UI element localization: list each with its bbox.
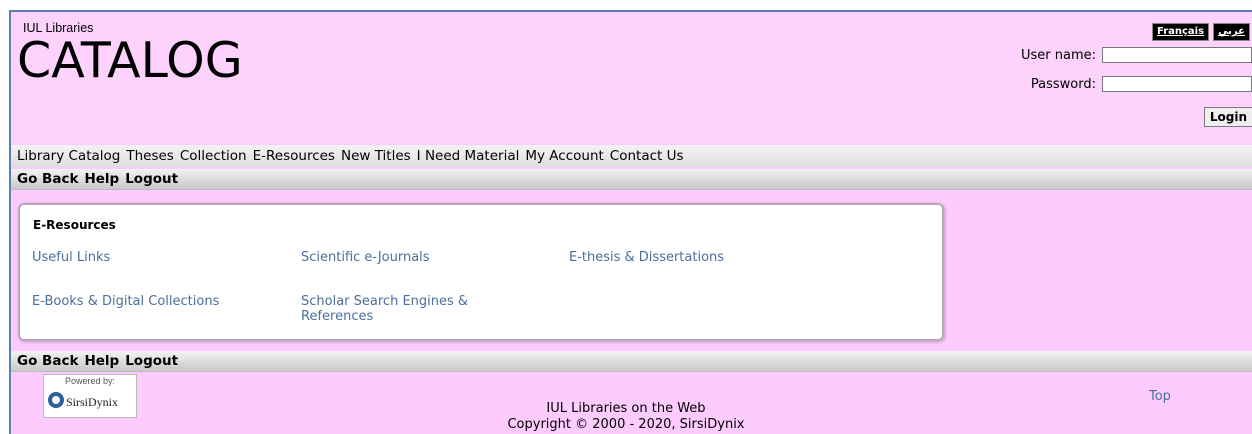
footer-site-name: IUL Libraries on the Web — [546, 401, 706, 416]
main-nav: Library Catalog Theses Collection E-Reso… — [11, 145, 1252, 167]
header: IUL Libraries CATALOG Français عربي User… — [11, 12, 1252, 143]
scholar-search-engines-link[interactable]: Scholar Search Engines & References — [301, 294, 501, 324]
username-input[interactable] — [1102, 47, 1252, 63]
nav-library-catalog[interactable]: Library Catalog — [11, 148, 123, 164]
logout-button[interactable]: Logout — [122, 171, 181, 187]
lang-arabic-link[interactable]: عربي — [1213, 23, 1250, 41]
go-back-button[interactable]: Go Back — [11, 171, 81, 187]
ebooks-digital-collections-link[interactable]: E-Books & Digital Collections — [32, 294, 219, 309]
powered-by-label: Powered by: — [64, 376, 116, 386]
password-row: Password: — [1031, 76, 1252, 92]
page-title: CATALOG — [17, 32, 243, 89]
nav-e-resources[interactable]: E-Resources — [250, 148, 338, 164]
panel-title: E-Resources — [33, 218, 116, 232]
help-button[interactable]: Help — [81, 171, 122, 187]
go-back-button-bottom[interactable]: Go Back — [11, 353, 81, 369]
nav-my-account[interactable]: My Account — [522, 148, 606, 164]
page-frame: IUL Libraries CATALOG Français عربي User… — [9, 10, 1252, 434]
subnav-top: Go Back Help Logout — [11, 169, 1252, 190]
logout-button-bottom[interactable]: Logout — [122, 353, 181, 369]
footer-copyright: Copyright © 2000 - 2020, SirsiDynix — [507, 417, 745, 432]
subnav-bottom: Go Back Help Logout — [11, 351, 1252, 372]
help-button-bottom[interactable]: Help — [81, 353, 122, 369]
nav-new-titles[interactable]: New Titles — [338, 148, 414, 164]
nav-contact-us[interactable]: Contact Us — [607, 148, 687, 164]
nav-i-need-material[interactable]: I Need Material — [414, 148, 523, 164]
nav-collection[interactable]: Collection — [177, 148, 250, 164]
username-label: User name: — [1020, 47, 1096, 63]
ethesis-dissertations-link[interactable]: E-thesis & Dissertations — [569, 250, 724, 265]
language-switcher: Français عربي — [1152, 23, 1250, 41]
password-input[interactable] — [1102, 76, 1252, 92]
username-row: User name: — [1021, 47, 1252, 63]
login-button[interactable]: Login — [1203, 107, 1252, 127]
top-link[interactable]: Top — [1149, 389, 1171, 404]
e-resources-panel: E-Resources Useful Links Scientific e-Jo… — [18, 203, 944, 341]
password-label: Password: — [1030, 76, 1096, 92]
scientific-ejournals-link[interactable]: Scientific e-Journals — [301, 250, 430, 265]
nav-theses[interactable]: Theses — [123, 148, 176, 164]
useful-links-link[interactable]: Useful Links — [32, 250, 110, 265]
lang-french-link[interactable]: Français — [1152, 23, 1210, 41]
